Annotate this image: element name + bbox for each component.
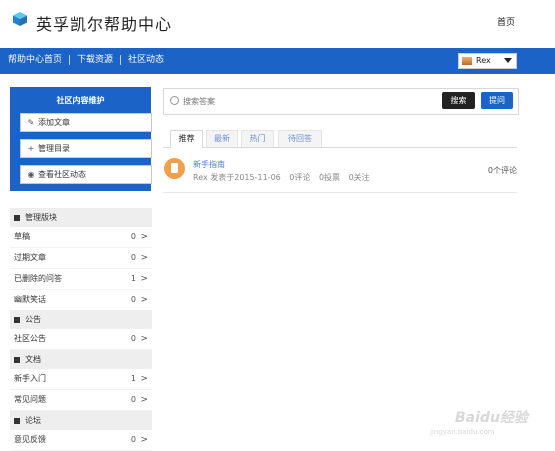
cube-logo-icon[interactable] (12, 11, 28, 27)
post-item: 新手指南 Rex 发表于2015-11-06 0评论 0投票 0关注 0个评论 (163, 150, 517, 193)
tab-unanswered[interactable]: 待回答 (278, 130, 322, 147)
section-header[interactable]: 管理版块 (10, 208, 152, 227)
plus-icon: + (27, 144, 35, 153)
manage-catalog-label: 管理目录 (38, 144, 70, 153)
item-label: 意见反馈 (14, 435, 46, 444)
item-label: 社区公告 (14, 334, 46, 343)
tab-latest[interactable]: 最新 (206, 130, 238, 147)
item-count: 0 (130, 253, 136, 262)
post-comment-count: 0评论 (289, 173, 311, 182)
square-icon (14, 316, 20, 323)
square-icon (14, 356, 20, 363)
chevron-right-icon: > (140, 253, 148, 263)
search-input[interactable] (181, 92, 435, 111)
pencil-icon: ✎ (27, 118, 35, 127)
section-title: 管理版块 (25, 213, 57, 222)
post-vote-count: 0投票 (318, 173, 341, 182)
ask-question-button[interactable]: 提问 (481, 92, 513, 109)
section-announcements: 公告 社区公告 0 > (10, 310, 152, 350)
add-article-label: 添加文章 (38, 118, 70, 127)
user-name: Rex (476, 56, 491, 65)
post-meta: Rex 发表于2015-11-06 0评论 0投票 0关注 (193, 172, 376, 183)
item-label: 已删除的问答 (14, 274, 62, 283)
square-icon (14, 214, 20, 221)
list-item[interactable]: 社区公告 0 > (10, 329, 152, 350)
tab-recommended[interactable]: 推荐 (170, 130, 203, 148)
post-author-date: Rex 发表于2015-11-06 (193, 173, 281, 182)
site-title: 英孚凯尔帮助中心 (36, 15, 173, 34)
tab-hot[interactable]: 热门 (241, 130, 274, 147)
section-title: 论坛 (25, 416, 41, 425)
community-panel: 社区内容维护 ✎ 添加文章 + 管理目录 ◉ 查看社区动态 (10, 87, 152, 191)
chevron-right-icon: > (140, 274, 148, 284)
section-docs: 文档 新手入门 1 > 常见问题 0 > (10, 350, 152, 411)
item-count: 1 (130, 374, 136, 383)
search-icon (170, 96, 179, 105)
item-count: 0 (130, 435, 136, 444)
avatar (462, 57, 472, 65)
nav-link-downloads[interactable]: 下载资源 (70, 55, 122, 65)
list-item[interactable]: 意见反馈 0 > (10, 430, 152, 451)
item-label: 过期文章 (14, 253, 46, 262)
item-label: 新手入门 (14, 374, 46, 383)
document-icon (164, 158, 185, 179)
post-comments-summary: 0个评论 (487, 166, 517, 175)
user-dropdown[interactable]: Rex (458, 53, 517, 69)
watermark-url: jingyan.baidu.com (430, 428, 495, 436)
caret-down-icon (504, 58, 512, 63)
top-nav-bar: 帮助中心首页 下载资源 社区动态 Rex (0, 48, 555, 74)
item-count: 0 (130, 395, 136, 404)
list-item[interactable]: 草稿 0 > (10, 227, 152, 248)
chevron-right-icon: > (140, 374, 148, 384)
view-community-label: 查看社区动态 (38, 170, 86, 179)
item-label: 草稿 (14, 232, 30, 241)
section-title: 文档 (25, 355, 41, 364)
post-title[interactable]: 新手指南 (193, 159, 225, 170)
nav-link-help-home[interactable]: 帮助中心首页 (8, 55, 71, 65)
section-forum: 论坛 意见反馈 0 > (10, 411, 152, 451)
tab-bar: 推荐 最新 热门 待回答 (163, 130, 517, 148)
manage-catalog-button[interactable]: + 管理目录 (20, 139, 152, 158)
home-link[interactable]: 首页 (497, 15, 515, 28)
chevron-right-icon: > (140, 232, 148, 242)
chevron-right-icon: > (140, 395, 148, 405)
community-title: 社区内容维护 (56, 96, 105, 105)
search-button[interactable]: 搜索 (442, 92, 475, 109)
chevron-right-icon: > (140, 295, 148, 305)
add-article-button[interactable]: ✎ 添加文章 (20, 113, 152, 132)
section-manage: 管理版块 草稿 0 > 过期文章 0 > 已删除的问答 1 > 幽默笑话 0 > (10, 208, 152, 311)
list-item[interactable]: 过期文章 0 > (10, 248, 152, 269)
nav-links: 帮助中心首页 下载资源 社区动态 (8, 55, 171, 65)
list-item[interactable]: 常见问题 0 > (10, 390, 152, 411)
section-header[interactable]: 论坛 (10, 411, 152, 430)
nav-link-community[interactable]: 社区动态 (121, 55, 171, 65)
section-header[interactable]: 公告 (10, 310, 152, 329)
list-item[interactable]: 新手入门 1 > (10, 369, 152, 390)
view-community-button[interactable]: ◉ 查看社区动态 (20, 165, 152, 184)
square-icon (14, 417, 20, 424)
section-title: 公告 (25, 315, 41, 324)
list-item[interactable]: 已删除的问答 1 > (10, 269, 152, 290)
section-header[interactable]: 文档 (10, 350, 152, 369)
baidu-watermark: Baidu经验 (455, 410, 528, 426)
item-label: 幽默笑话 (14, 295, 46, 304)
item-count: 0 (130, 334, 136, 343)
eye-icon: ◉ (27, 170, 35, 179)
item-count: 0 (130, 232, 136, 241)
header: 英孚凯尔帮助中心 首页 (0, 0, 555, 46)
post-follow-count: 0关注 (348, 173, 370, 182)
item-label: 常见问题 (14, 395, 46, 404)
item-count: 1 (130, 274, 136, 283)
chevron-right-icon: > (140, 435, 148, 445)
list-item[interactable]: 幽默笑话 0 > (10, 290, 152, 311)
chevron-right-icon: > (140, 334, 148, 344)
item-count: 0 (130, 295, 136, 304)
